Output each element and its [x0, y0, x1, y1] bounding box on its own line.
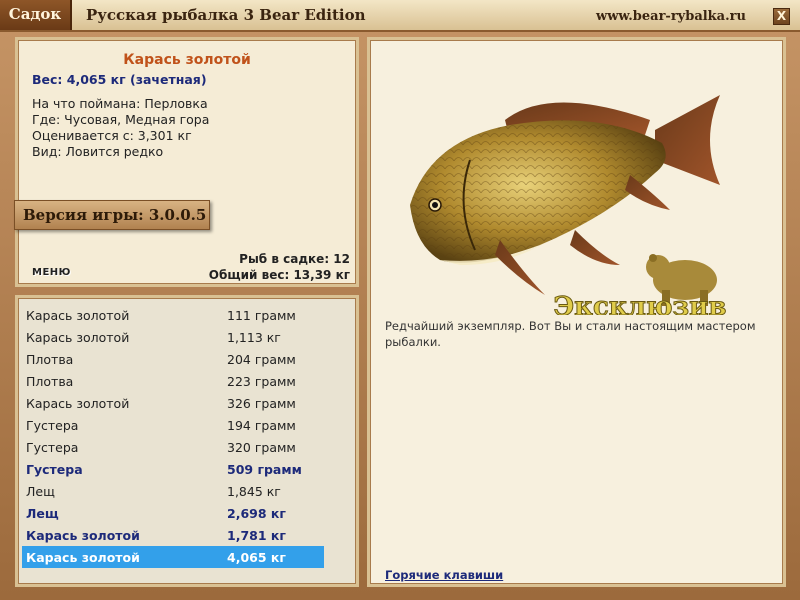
fish-tail	[655, 95, 720, 185]
catch-fish-name: Карась золотой	[26, 550, 140, 565]
fish-anal-fin	[625, 175, 670, 210]
catch-list-row[interactable]: Карась золотой 326 грамм	[22, 392, 324, 414]
fish-bait: На что поймана: Перловка	[32, 96, 208, 111]
catch-fish-name: Плотва	[26, 374, 74, 389]
catch-list-panel: Карась золотой 111 грамм Карась золотой 1,1…	[15, 295, 359, 587]
catch-list: Карась золотой 111 грамм Карась золотой 1,1…	[22, 304, 324, 568]
fish-detail-panel: Эксклюзив Редчайший экземпляр. Вот Вы и …	[367, 37, 786, 587]
catch-fish-name: Густера	[26, 440, 79, 455]
catch-list-row[interactable]: Карась золотой 1,113 кг	[22, 326, 324, 348]
fish-name: Карась золотой	[123, 52, 251, 68]
catch-list-row[interactable]: Густера 509 грамм	[22, 458, 324, 480]
fish-location: Где: Чусовая, Медная гора	[32, 112, 210, 127]
tab-keepnet[interactable]: Садок	[0, 0, 72, 30]
catch-list-row[interactable]: Карась золотой 4,065 кг	[22, 546, 324, 568]
catch-list-row[interactable]: Густера 194 грамм	[22, 414, 324, 436]
total-weight: Общий вес: 13,39 кг	[208, 268, 350, 282]
catch-fish-name: Лещ	[26, 506, 59, 521]
hotkeys-link[interactable]: Горячие клавиши	[385, 568, 503, 582]
catch-fish-weight: 1,113 кг	[227, 330, 281, 345]
fish-kind: Вид: Ловится редко	[32, 144, 164, 159]
catch-fish-name: Густера	[26, 462, 83, 477]
catch-fish-weight: 320 грамм	[227, 440, 296, 455]
catch-fish-name: Карась золотой	[26, 528, 140, 543]
catch-list-row[interactable]: Карась золотой 111 грамм	[22, 304, 324, 326]
catch-fish-weight: 509 грамм	[227, 462, 302, 477]
catch-fish-name: Карась золотой	[26, 330, 130, 345]
catch-fish-weight: 326 грамм	[227, 396, 296, 411]
catch-list-row[interactable]: Лещ 2,698 кг	[22, 502, 324, 524]
catch-fish-name: Густера	[26, 418, 79, 433]
app-title: Русская рыбалка 3 Bear Edition	[86, 6, 366, 24]
fish-pelvic-fin	[570, 230, 620, 265]
fish-valued-from: Оценивается с: 3,301 кг	[32, 128, 192, 143]
catch-fish-name: Карась золотой	[26, 308, 130, 323]
catch-fish-name: Карась золотой	[26, 396, 130, 411]
catch-fish-name: Лещ	[26, 484, 55, 499]
fish-illustration: Эксклюзив	[410, 95, 727, 315]
catch-list-row[interactable]: Плотва 204 грамм	[22, 348, 324, 370]
catch-fish-weight: 194 грамм	[227, 418, 296, 433]
menu-button[interactable]: МЕНЮ	[32, 267, 71, 278]
fish-count: Рыб в садке: 12	[239, 252, 350, 266]
keepnet-stats: Рыб в садке: 12 Общий вес: 13,39 кг	[209, 251, 350, 283]
catch-fish-name: Плотва	[26, 352, 74, 367]
fish-description: Редчайший экземпляр. Вот Вы и стали наст…	[385, 319, 756, 349]
exclusive-badge-text: Эксклюзив	[554, 292, 727, 315]
fish-weight: Вес: 4,065 кг (зачетная)	[32, 72, 207, 87]
catch-fish-weight: 111 грамм	[227, 308, 296, 323]
version-plate: Версия игры: 3.0.0.5	[14, 200, 210, 230]
title-bar: Садок Русская рыбалка 3 Bear Edition www…	[0, 0, 800, 32]
catch-list-row[interactable]: Лещ 1,845 кг	[22, 480, 324, 502]
close-icon[interactable]: X	[773, 8, 790, 25]
catch-list-row[interactable]: Карась золотой 1,781 кг	[22, 524, 324, 546]
catch-fish-weight: 2,698 кг	[227, 506, 286, 521]
catch-fish-weight: 204 грамм	[227, 352, 296, 367]
catch-fish-weight: 4,065 кг	[227, 550, 286, 565]
catch-list-row[interactable]: Плотва 223 грамм	[22, 370, 324, 392]
fish-info-panel: Карась золотой Вес: 4,065 кг (зачетная) …	[14, 37, 359, 287]
catch-fish-weight: 223 грамм	[227, 374, 296, 389]
catch-list-row[interactable]: Густера 320 грамм	[22, 436, 324, 458]
site-url: www.bear-rybalka.ru	[596, 9, 746, 24]
catch-fish-weight: 1,845 кг	[227, 484, 281, 499]
catch-fish-weight: 1,781 кг	[227, 528, 286, 543]
